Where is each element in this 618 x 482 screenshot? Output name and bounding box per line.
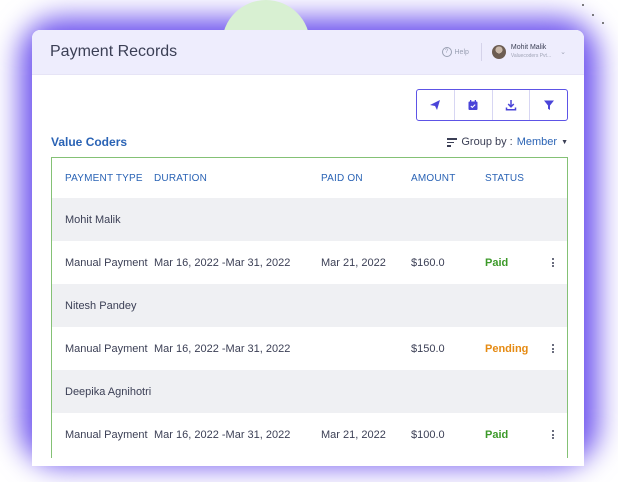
- user-menu[interactable]: Mohit Malik Valuecoders Pvt... ⌄: [491, 43, 566, 61]
- status-badge: Paid: [485, 256, 509, 269]
- column-header-status: STATUS: [485, 172, 525, 184]
- table-row[interactable]: Manual Payment Mar 16, 2022 -Mar 31, 202…: [52, 241, 567, 284]
- more-options-icon[interactable]: [552, 257, 555, 269]
- duration-cell: Mar 16, 2022 -Mar 31, 2022: [154, 256, 291, 269]
- status-badge: Paid: [485, 428, 509, 441]
- action-toolbar: [416, 89, 568, 121]
- header-divider: [480, 43, 482, 61]
- calendar-icon: [468, 100, 478, 110]
- duration-cell: Mar 16, 2022 -Mar 31, 2022: [154, 342, 291, 355]
- duration-cell: Mar 16, 2022 -Mar 31, 2022: [154, 428, 291, 441]
- calendar-button[interactable]: [455, 90, 493, 120]
- more-options-icon[interactable]: [552, 429, 555, 441]
- send-icon: [430, 100, 441, 110]
- column-header-paid-on: PAID ON: [321, 172, 363, 184]
- filter-button[interactable]: [530, 90, 567, 120]
- more-options-icon[interactable]: [552, 343, 555, 355]
- send-button[interactable]: [417, 90, 455, 120]
- amount-cell: $160.0: [411, 256, 445, 269]
- group-by-label: Group by :: [461, 136, 513, 149]
- download-button[interactable]: [493, 90, 531, 120]
- sort-lines-icon: [447, 136, 458, 149]
- paid-on-cell: Mar 21, 2022: [321, 256, 386, 269]
- amount-cell: $150.0: [411, 342, 445, 355]
- filter-icon: [543, 100, 554, 110]
- payment-records-card: Payment Records ? Help Mohit Malik Value…: [32, 30, 584, 466]
- payment-type-cell: Manual Payment: [65, 428, 148, 441]
- decorative-dots: [580, 0, 610, 30]
- column-header-payment-type: PAYMENT TYPE: [65, 172, 143, 184]
- header-bar: Payment Records ? Help Mohit Malik Value…: [32, 30, 584, 75]
- amount-cell: $100.0: [411, 428, 445, 441]
- group-by-value: Member: [516, 136, 558, 149]
- member-name: Deepika Agnihotri: [65, 385, 152, 398]
- table-row[interactable]: Manual Payment Mar 16, 2022 -Mar 31, 202…: [52, 327, 567, 370]
- table-header-row: PAYMENT TYPE DURATION PAID ON AMOUNT STA…: [52, 158, 567, 198]
- user-company: Valuecoders Pvt...: [510, 53, 552, 59]
- group-row: Mohit Malik: [52, 198, 567, 241]
- user-info: Mohit Malik Valuecoders Pvt...: [511, 43, 551, 61]
- group-row: Nitesh Pandey: [52, 284, 567, 327]
- download-icon: [505, 100, 517, 111]
- payments-table: PAYMENT TYPE DURATION PAID ON AMOUNT STA…: [51, 157, 568, 458]
- help-label: Help: [454, 48, 469, 56]
- table-row[interactable]: Manual Payment Mar 16, 2022 -Mar 31, 202…: [52, 413, 567, 456]
- column-header-duration: DURATION: [154, 172, 208, 184]
- group-by-dropdown[interactable]: Group by : Member ▼: [447, 136, 568, 149]
- company-name: Value Coders: [51, 135, 128, 149]
- column-header-amount: AMOUNT: [411, 172, 456, 184]
- payment-type-cell: Manual Payment: [65, 342, 148, 355]
- chevron-down-icon: ⌄: [560, 49, 566, 56]
- help-icon: ?: [441, 47, 452, 57]
- caret-down-icon: ▼: [561, 138, 568, 146]
- paid-on-cell: Mar 21, 2022: [321, 428, 386, 441]
- group-row: Deepika Agnihotri: [52, 370, 567, 413]
- member-name: Nitesh Pandey: [65, 299, 137, 312]
- avatar: [491, 45, 506, 59]
- status-badge: Pending: [485, 342, 529, 355]
- page-title: Payment Records: [50, 43, 178, 60]
- payment-type-cell: Manual Payment: [65, 256, 148, 269]
- user-name: Mohit Malik: [510, 44, 547, 51]
- help-link[interactable]: ? Help: [441, 47, 469, 57]
- member-name: Mohit Malik: [65, 213, 121, 226]
